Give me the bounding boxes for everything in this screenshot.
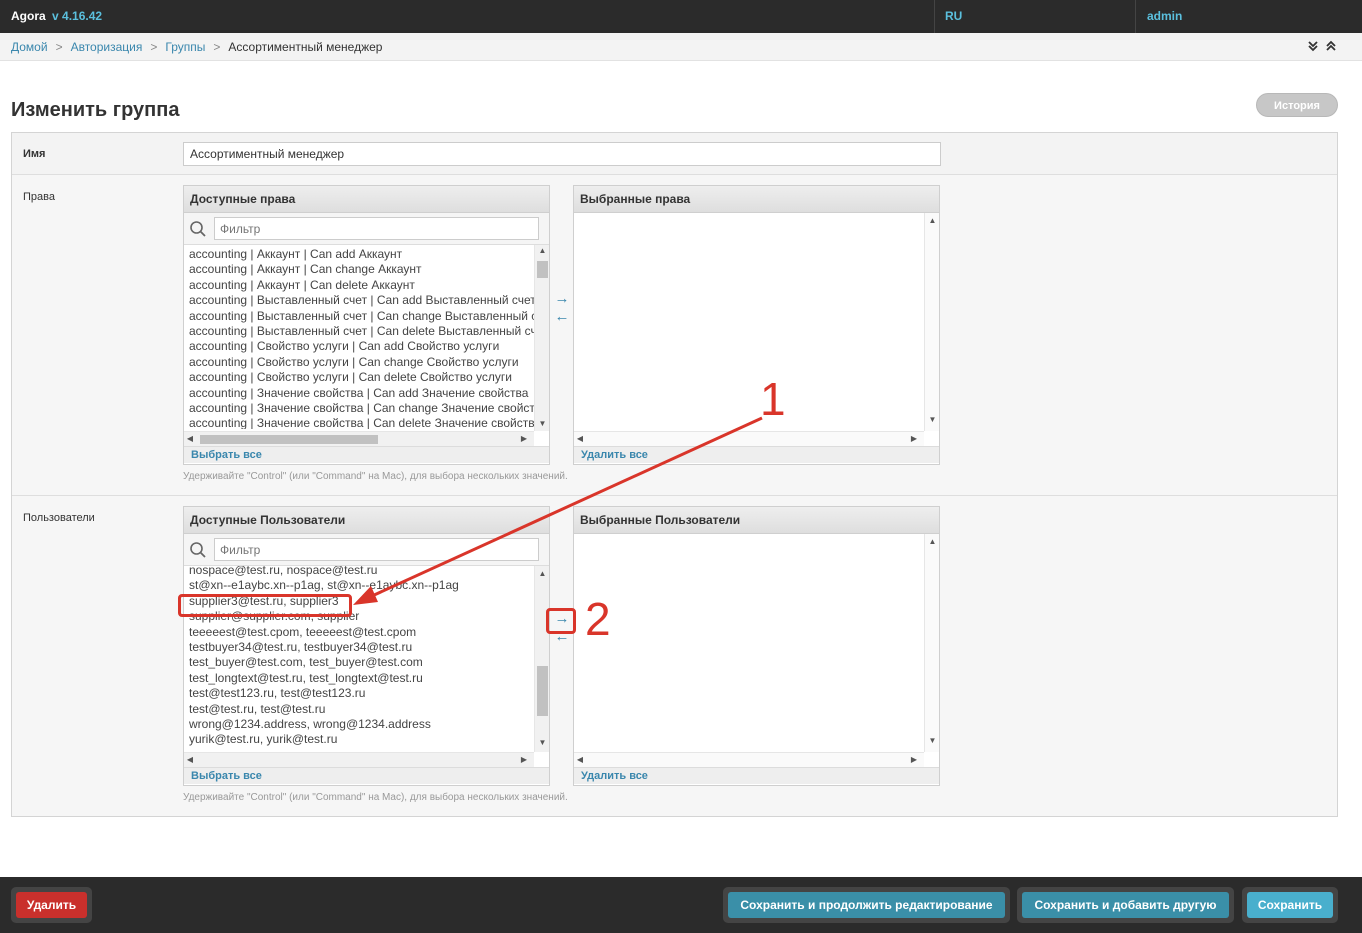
annotation-step-1: 1 [760,373,786,425]
save-button[interactable]: Сохранить [1247,892,1333,918]
delete-wrapper: Удалить [11,887,92,923]
bottom-action-bar: Удалить Сохранить и продолжить редактиро… [0,877,1362,933]
save-add-button[interactable]: Сохранить и добавить другую [1022,892,1229,918]
annotation-highlight-user [178,594,352,617]
save-wrapper: Сохранить [1242,887,1338,923]
annotation-arrow [353,416,763,605]
delete-button[interactable]: Удалить [16,892,87,918]
save-continue-button[interactable]: Сохранить и продолжить редактирование [728,892,1005,918]
save-continue-wrapper: Сохранить и продолжить редактирование [723,887,1010,923]
annotation-highlight-move-button [546,608,576,634]
save-add-wrapper: Сохранить и добавить другую [1017,887,1234,923]
annotation-step-2: 2 [585,593,611,645]
